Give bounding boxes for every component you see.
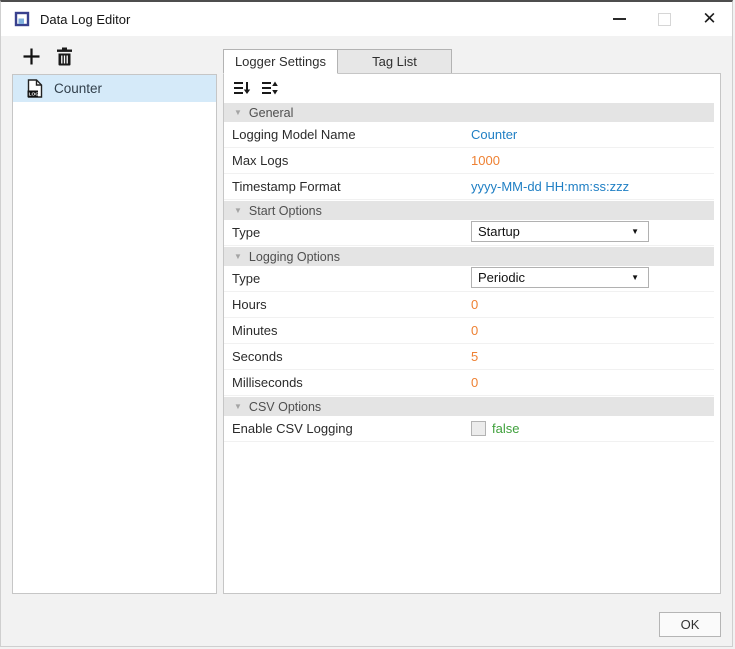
section-title: General	[249, 106, 293, 120]
property-name: Type	[232, 225, 260, 240]
minimize-icon	[613, 18, 626, 20]
section-header-start-options[interactable]: ▼ Start Options	[224, 201, 714, 220]
dropdown-selected-value: Periodic	[478, 270, 525, 285]
logger-list: LOG Counter	[12, 74, 217, 594]
enable-csv-logging-checkbox[interactable]	[471, 421, 486, 436]
minutes-value[interactable]: 0	[471, 323, 478, 338]
sort-both-button[interactable]	[260, 78, 280, 98]
chevron-down-icon: ▼	[631, 227, 639, 236]
trash-icon	[56, 47, 73, 66]
property-name: Milliseconds	[232, 375, 303, 390]
property-row-logging-model-name: Logging Model Name Counter	[224, 122, 714, 148]
property-name: Enable CSV Logging	[232, 421, 353, 436]
tab-tag-list-label: Tag List	[372, 54, 417, 69]
property-toolbar	[224, 74, 720, 102]
section-header-logging-options[interactable]: ▼ Logging Options	[224, 247, 714, 266]
logger-settings-panel: ▼ General Logging Model Name Counter Max Log…	[223, 73, 721, 594]
chevron-down-icon: ▼	[631, 273, 639, 282]
property-row-minutes: Minutes 0	[224, 318, 714, 344]
type-dropdown[interactable]: Startup ▼	[471, 221, 649, 242]
enable-csv-logging-field: false	[471, 421, 519, 436]
property-name: Seconds	[232, 349, 283, 364]
plus-icon	[22, 47, 41, 66]
add-log-button[interactable]	[19, 44, 43, 68]
section-title: CSV Options	[249, 400, 321, 414]
property-name: Hours	[232, 297, 267, 312]
property-row-max-logs: Max Logs 1000	[224, 148, 714, 174]
log-document-icon: LOG	[27, 79, 43, 98]
property-row-seconds: Seconds 5	[224, 344, 714, 370]
property-row-hours: Hours 0	[224, 292, 714, 318]
maximize-icon	[658, 13, 671, 26]
property-row-milliseconds: Milliseconds 0	[224, 370, 714, 396]
app-icon	[14, 11, 31, 28]
tab-bar: Logger Settings Tag List	[223, 49, 452, 74]
sort-ascending-descending-icon	[261, 80, 279, 96]
logger-list-item-label: Counter	[54, 81, 102, 96]
property-name: Minutes	[232, 323, 278, 338]
property-name: Max Logs	[232, 153, 288, 168]
close-icon: ✕	[702, 9, 716, 29]
property-name: Timestamp Format	[232, 179, 341, 194]
seconds-value[interactable]: 5	[471, 349, 478, 364]
sort-descending-icon	[233, 80, 251, 96]
window-title: Data Log Editor	[40, 12, 130, 27]
milliseconds-value[interactable]: 0	[471, 375, 478, 390]
tab-logger-settings[interactable]: Logger Settings	[223, 49, 338, 74]
svg-text:LOG: LOG	[29, 92, 40, 98]
delete-log-button[interactable]	[52, 44, 76, 68]
hours-value[interactable]: 0	[471, 297, 478, 312]
type-dropdown[interactable]: Periodic ▼	[471, 267, 649, 288]
collapse-triangle-icon: ▼	[234, 109, 242, 117]
property-name: Type	[232, 271, 260, 286]
data-log-editor-window: Data Log Editor ✕	[0, 0, 733, 647]
property-grid: ▼ General Logging Model Name Counter Max Log…	[224, 103, 714, 442]
section-title: Start Options	[249, 204, 322, 218]
ok-button[interactable]: OK	[659, 612, 721, 637]
property-row-enable-csv-logging: Enable CSV Logging false	[224, 416, 714, 442]
property-name: Logging Model Name	[232, 127, 356, 142]
checkbox-value-label: false	[492, 421, 519, 436]
log-list-toolbar	[19, 44, 76, 68]
property-row-type: Type Startup ▼	[224, 220, 714, 246]
tab-logger-settings-label: Logger Settings	[235, 54, 326, 69]
section-header-csv-options[interactable]: ▼ CSV Options	[224, 397, 714, 416]
section-title: Logging Options	[249, 250, 340, 264]
logging-model-name-value[interactable]: Counter	[471, 127, 517, 142]
collapse-triangle-icon: ▼	[234, 207, 242, 215]
collapse-triangle-icon: ▼	[234, 253, 242, 261]
dropdown-selected-value: Startup	[478, 224, 520, 239]
logger-list-item-counter[interactable]: LOG Counter	[13, 75, 216, 102]
title-bar: Data Log Editor ✕	[1, 2, 732, 36]
property-row-type: Type Periodic ▼	[224, 266, 714, 292]
tab-tag-list[interactable]: Tag List	[338, 49, 452, 74]
minimize-button[interactable]	[597, 2, 642, 36]
collapse-triangle-icon: ▼	[234, 403, 242, 411]
property-row-timestamp-format: Timestamp Format yyyy-MM-dd HH:mm:ss:zzz	[224, 174, 714, 200]
maximize-button	[642, 2, 687, 36]
section-header-general[interactable]: ▼ General	[224, 103, 714, 122]
window-controls: ✕	[597, 2, 732, 36]
sort-descending-button[interactable]	[232, 78, 252, 98]
max-logs-value[interactable]: 1000	[471, 153, 500, 168]
close-button[interactable]: ✕	[687, 2, 732, 36]
timestamp-format-value[interactable]: yyyy-MM-dd HH:mm:ss:zzz	[471, 179, 629, 194]
